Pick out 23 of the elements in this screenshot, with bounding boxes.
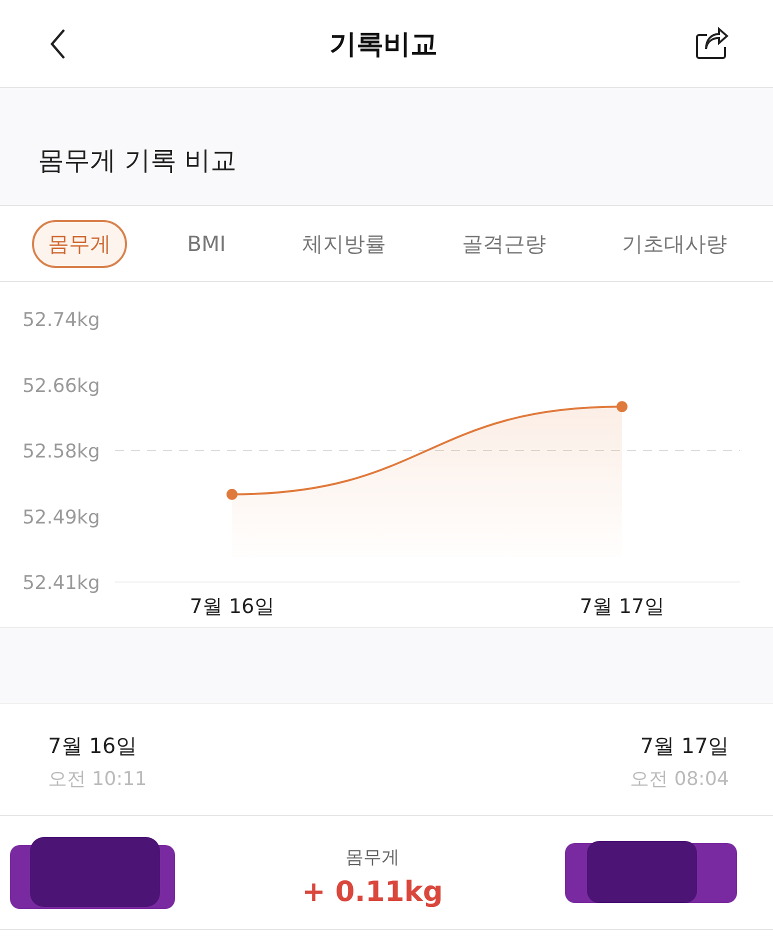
start-time: 오전 10:11: [48, 767, 147, 792]
y-axis-label: 52.66kg: [22, 374, 100, 397]
y-axis-label: 52.49kg: [22, 506, 100, 528]
data-point: [226, 488, 238, 500]
tab[interactable]: 체지방률: [286, 220, 402, 268]
data-point: [616, 401, 628, 412]
x-axis-label: 7월 17일: [580, 594, 664, 618]
weight-change: + 0.11kg: [302, 875, 443, 908]
tab[interactable]: 몸무게: [32, 220, 127, 268]
start-date: 7월 16일: [48, 733, 138, 760]
x-axis-label: 7월 16일: [190, 594, 274, 618]
tab[interactable]: 골격근량: [446, 220, 562, 268]
end-date: 7월 17일: [640, 733, 729, 760]
y-axis-label: 52.74kg: [22, 309, 100, 331]
share-button[interactable]: [695, 26, 729, 60]
section-title: 몸무게 기록 비교: [38, 145, 237, 178]
tab[interactable]: BMI: [171, 222, 242, 266]
y-axis-label: 52.41kg: [22, 572, 100, 594]
page-title: 기록비교: [330, 28, 438, 62]
y-axis-label: 52.58kg: [22, 440, 100, 462]
end-time: 오전 08:04: [630, 767, 729, 792]
metric-label: 몸무게: [346, 846, 400, 869]
tab[interactable]: 기초대사량: [606, 220, 743, 268]
